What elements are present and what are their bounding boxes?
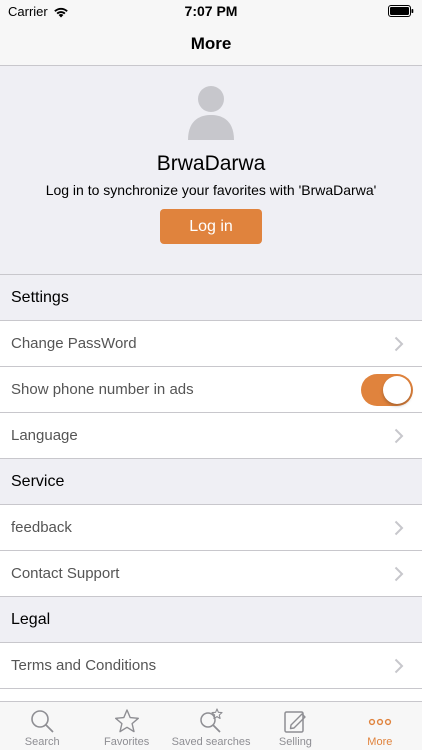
tab-label: Favorites [103, 736, 150, 748]
star-icon [114, 709, 139, 733]
contact-support-row[interactable]: Contact Support [0, 551, 422, 597]
show-phone-row: Show phone number in ads [0, 367, 422, 413]
edit-icon [284, 711, 307, 733]
section-header-legal: Legal [0, 597, 422, 643]
feedback-row[interactable]: feedback [0, 505, 422, 551]
page-title: More [190, 34, 232, 53]
terms-row[interactable]: Terms and Conditions [0, 643, 422, 689]
row-label: Language [11, 427, 78, 444]
tab-label: Saved searches [171, 736, 251, 748]
search-icon [31, 710, 54, 733]
chevron-right-icon [394, 428, 404, 444]
language-row[interactable]: Language [0, 413, 422, 459]
tab-search[interactable]: Search [0, 702, 84, 750]
login-button[interactable]: Log in [160, 209, 262, 244]
battery-icon [388, 5, 414, 17]
navigation-bar: More [0, 22, 422, 66]
chevron-right-icon [394, 658, 404, 674]
tab-bar: Search Favorites Saved searches Selling … [0, 701, 422, 750]
section-title: Legal [11, 610, 51, 628]
tab-selling[interactable]: Selling [253, 702, 337, 750]
tab-label: Search [24, 736, 60, 748]
section-header-settings: Settings [0, 275, 422, 321]
saved-search-icon [200, 708, 223, 733]
row-label: Show phone number in ads [11, 381, 194, 398]
chevron-right-icon [394, 566, 404, 582]
row-label: Terms and Conditions [11, 657, 157, 674]
change-password-row[interactable]: Change PassWord [0, 321, 422, 367]
avatar-icon [188, 86, 234, 140]
more-icon [368, 718, 391, 726]
tab-label: Selling [278, 736, 312, 748]
section-title: Service [11, 472, 65, 490]
sync-message: Log in to synchronize your favorites wit… [45, 182, 377, 198]
section-header-service: Service [0, 459, 422, 505]
app-name: BrwaDarwa [156, 152, 266, 175]
settings-list: Settings Change PassWord Show phone numb… [0, 275, 422, 689]
tab-label: More [367, 736, 393, 748]
tab-favorites[interactable]: Favorites [84, 702, 168, 750]
clock: 7:07 PM [184, 3, 238, 19]
status-bar: Carrier 7:07 PM [0, 0, 422, 22]
tab-more[interactable]: More [338, 702, 422, 750]
tab-saved-searches[interactable]: Saved searches [169, 702, 253, 750]
toggle-knob [383, 376, 411, 404]
row-label: Contact Support [11, 565, 120, 582]
row-label: feedback [11, 519, 72, 536]
chevron-right-icon [394, 336, 404, 352]
profile-header: BrwaDarwa Log in to synchronize your fav… [0, 66, 422, 275]
chevron-right-icon [394, 520, 404, 536]
row-label: Change PassWord [11, 335, 137, 352]
section-title: Settings [11, 288, 69, 306]
show-phone-toggle[interactable] [361, 374, 413, 406]
